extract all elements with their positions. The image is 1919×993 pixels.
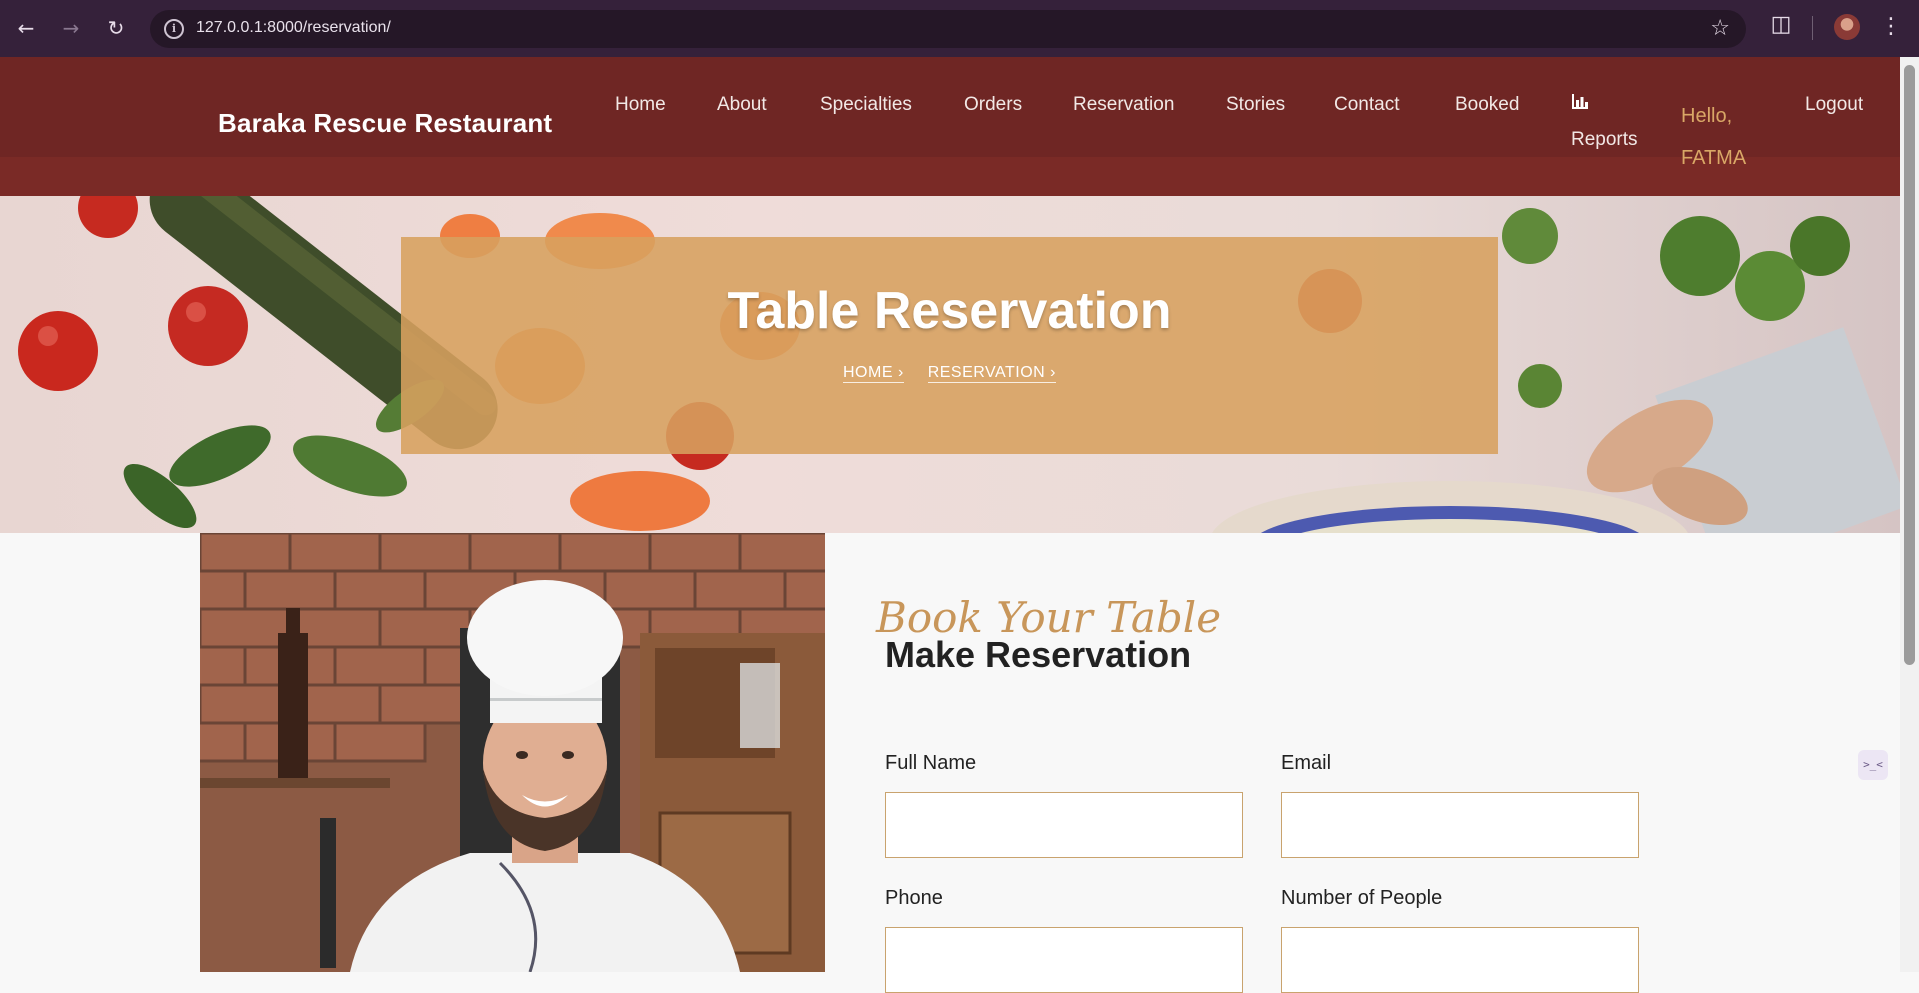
breadcrumb: HOME › RESERVATION › <box>401 364 1498 383</box>
site-header: Baraka Rescue Restaurant Home About Spec… <box>0 57 1900 196</box>
site-info-icon[interactable]: i <box>164 19 184 39</box>
nav-orders[interactable]: Orders <box>964 94 1022 116</box>
forward-icon[interactable]: → <box>57 14 85 42</box>
user-greeting[interactable]: Hello, FATMA <box>1681 95 1771 179</box>
people-label: Number of People <box>1281 887 1443 909</box>
url-text[interactable]: 127.0.0.1:8000/reservation/ <box>196 19 391 37</box>
hero-banner: Table Reservation HOME › RESERVATION › <box>0 196 1900 533</box>
reload-icon[interactable]: ↻ <box>102 14 130 42</box>
toolbar-divider <box>1812 16 1813 40</box>
nav-booked[interactable]: Booked <box>1455 94 1519 116</box>
address-bar[interactable]: i 127.0.0.1:8000/reservation/ ☆ <box>150 10 1746 48</box>
nav-stories[interactable]: Stories <box>1226 94 1285 116</box>
page-scrollbar[interactable] <box>1900 57 1919 972</box>
back-icon[interactable]: ← <box>12 14 40 42</box>
reservation-section: Book Your Table Make Reservation Full Na… <box>0 533 1900 993</box>
phone-label: Phone <box>885 887 943 909</box>
phone-input[interactable] <box>885 927 1243 993</box>
scrollbar-thumb[interactable] <box>1904 65 1915 665</box>
email-label: Email <box>1281 752 1332 774</box>
bookmark-star-icon[interactable]: ☆ <box>1710 16 1730 41</box>
breadcrumb-home-label: HOME <box>843 364 893 381</box>
browser-toolbar: ← → ↻ i 127.0.0.1:8000/reservation/ ☆ ◫ … <box>0 0 1919 57</box>
nav-logout[interactable]: Logout <box>1805 94 1863 116</box>
nav-reports[interactable]: Reports <box>1571 129 1638 151</box>
nav-home[interactable]: Home <box>615 94 666 116</box>
brand-logo-text[interactable]: Baraka Rescue Restaurant <box>218 108 552 139</box>
page-title: Table Reservation <box>727 282 1172 340</box>
kebab-menu-icon[interactable]: ⋮ <box>1880 13 1902 41</box>
breadcrumb-home-link[interactable]: HOME › <box>843 364 904 383</box>
section-title: Make Reservation <box>885 634 1192 675</box>
extensions-icon[interactable]: ◫ <box>1766 12 1796 42</box>
profile-avatar[interactable] <box>1834 14 1860 40</box>
breadcrumb-current-label: RESERVATION <box>927 364 1046 381</box>
nav-specialties[interactable]: Specialties <box>820 94 912 116</box>
full-name-input[interactable] <box>885 792 1243 858</box>
breadcrumb-reservation-link[interactable]: RESERVATION › <box>927 364 1056 383</box>
chef-illustration <box>200 533 825 972</box>
nav-reservation[interactable]: Reservation <box>1073 94 1174 116</box>
full-name-label: Full Name <box>885 752 977 774</box>
chef-photo <box>200 533 825 972</box>
nav-contact[interactable]: Contact <box>1334 94 1399 116</box>
bar-chart-icon[interactable] <box>1571 94 1589 115</box>
people-input[interactable] <box>1281 927 1639 993</box>
hero-title-box: Table Reservation HOME › RESERVATION › <box>401 237 1498 454</box>
email-input[interactable] <box>1281 792 1639 858</box>
nav-about[interactable]: About <box>717 94 767 116</box>
side-panel-widget-icon[interactable]: >_< <box>1858 750 1888 780</box>
